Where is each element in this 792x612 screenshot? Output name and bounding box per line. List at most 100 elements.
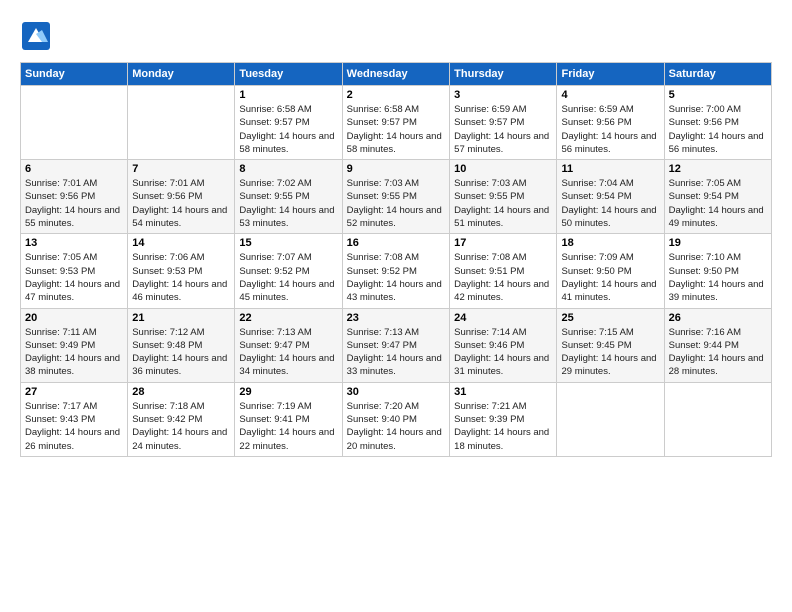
calendar-header-sunday: Sunday — [21, 63, 128, 86]
calendar-header-friday: Friday — [557, 63, 664, 86]
day-number: 29 — [239, 386, 337, 398]
day-number: 30 — [347, 386, 445, 398]
calendar-week-row: 1 Sunrise: 6:58 AM Sunset: 9:57 PM Daylig… — [21, 86, 772, 160]
day-number: 25 — [561, 312, 659, 324]
day-info: Sunrise: 7:17 AM Sunset: 9:43 PM Dayligh… — [25, 400, 123, 453]
calendar-cell — [21, 86, 128, 160]
day-number: 28 — [132, 386, 230, 398]
calendar-cell: 6 Sunrise: 7:01 AM Sunset: 9:56 PM Daylig… — [21, 160, 128, 234]
day-info: Sunrise: 7:12 AM Sunset: 9:48 PM Dayligh… — [132, 326, 230, 379]
day-number: 21 — [132, 312, 230, 324]
day-info: Sunrise: 6:58 AM Sunset: 9:57 PM Dayligh… — [239, 103, 337, 156]
calendar-cell: 2 Sunrise: 6:58 AM Sunset: 9:57 PM Daylig… — [342, 86, 449, 160]
calendar-cell: 16Sunrise: 7:08 AM Sunset: 9:52 PM Dayli… — [342, 234, 449, 308]
calendar-cell: 29 Sunrise: 7:19 AM Sunset: 9:41 PM Dayli… — [235, 382, 342, 456]
calendar-header-thursday: Thursday — [450, 63, 557, 86]
day-number: 15 — [239, 237, 337, 249]
calendar-cell: 20 Sunrise: 7:11 AM Sunset: 9:49 PM Dayli… — [21, 308, 128, 382]
day-info: Sunrise: 7:08 AM Sunset: 9:51 PM Dayligh… — [454, 251, 552, 304]
day-info: Sunrise: 7:06 AM Sunset: 9:53 PM Dayligh… — [132, 251, 230, 304]
calendar-header-wednesday: Wednesday — [342, 63, 449, 86]
calendar-cell: 28 Sunrise: 7:18 AM Sunset: 9:42 PM Dayli… — [128, 382, 235, 456]
day-number: 31 — [454, 386, 552, 398]
day-number: 12 — [669, 163, 767, 175]
day-number: 9 — [347, 163, 445, 175]
day-info: Sunrise: 7:09 AM Sunset: 9:50 PM Dayligh… — [561, 251, 659, 304]
calendar-cell: 15Sunrise: 7:07 AM Sunset: 9:52 PM Dayli… — [235, 234, 342, 308]
day-number: 6 — [25, 163, 123, 175]
day-info: Sunrise: 7:05 AM Sunset: 9:53 PM Dayligh… — [25, 251, 123, 304]
day-info: Sunrise: 6:59 AM Sunset: 9:57 PM Dayligh… — [454, 103, 552, 156]
day-info: Sunrise: 7:03 AM Sunset: 9:55 PM Dayligh… — [347, 177, 445, 230]
calendar-cell: 30 Sunrise: 7:20 AM Sunset: 9:40 PM Dayli… — [342, 382, 449, 456]
day-info: Sunrise: 7:15 AM Sunset: 9:45 PM Dayligh… — [561, 326, 659, 379]
calendar-cell: 27 Sunrise: 7:17 AM Sunset: 9:43 PM Dayli… — [21, 382, 128, 456]
calendar-cell: 4Sunrise: 6:59 AM Sunset: 9:56 PM Daylig… — [557, 86, 664, 160]
day-info: Sunrise: 7:19 AM Sunset: 9:41 PM Dayligh… — [239, 400, 337, 453]
day-info: Sunrise: 7:11 AM Sunset: 9:49 PM Dayligh… — [25, 326, 123, 379]
calendar-cell: 9 Sunrise: 7:03 AM Sunset: 9:55 PM Daylig… — [342, 160, 449, 234]
calendar-cell: 3Sunrise: 6:59 AM Sunset: 9:57 PM Daylig… — [450, 86, 557, 160]
calendar-cell: 23 Sunrise: 7:13 AM Sunset: 9:47 PM Dayli… — [342, 308, 449, 382]
calendar-table: SundayMondayTuesdayWednesdayThursdayFrid… — [20, 62, 772, 457]
calendar-cell: 25 Sunrise: 7:15 AM Sunset: 9:45 PM Dayli… — [557, 308, 664, 382]
day-info: Sunrise: 7:14 AM Sunset: 9:46 PM Dayligh… — [454, 326, 552, 379]
day-info: Sunrise: 7:01 AM Sunset: 9:56 PM Dayligh… — [25, 177, 123, 230]
calendar-cell: 21 Sunrise: 7:12 AM Sunset: 9:48 PM Dayli… — [128, 308, 235, 382]
calendar-cell: 31 Sunrise: 7:21 AM Sunset: 9:39 PM Dayli… — [450, 382, 557, 456]
day-number: 16 — [347, 237, 445, 249]
day-info: Sunrise: 7:05 AM Sunset: 9:54 PM Dayligh… — [669, 177, 767, 230]
calendar-cell: 22Sunrise: 7:13 AM Sunset: 9:47 PM Dayli… — [235, 308, 342, 382]
day-info: Sunrise: 7:00 AM Sunset: 9:56 PM Dayligh… — [669, 103, 767, 156]
day-number: 23 — [347, 312, 445, 324]
calendar-cell: 8 Sunrise: 7:02 AM Sunset: 9:55 PM Daylig… — [235, 160, 342, 234]
day-info: Sunrise: 7:10 AM Sunset: 9:50 PM Dayligh… — [669, 251, 767, 304]
day-number: 17 — [454, 237, 552, 249]
day-number: 19 — [669, 237, 767, 249]
calendar-cell: 10Sunrise: 7:03 AM Sunset: 9:55 PM Dayli… — [450, 160, 557, 234]
day-number: 4 — [561, 89, 659, 101]
calendar-cell: 13 Sunrise: 7:05 AM Sunset: 9:53 PM Dayli… — [21, 234, 128, 308]
day-number: 24 — [454, 312, 552, 324]
calendar-header-tuesday: Tuesday — [235, 63, 342, 86]
calendar-week-row: 20 Sunrise: 7:11 AM Sunset: 9:49 PM Dayli… — [21, 308, 772, 382]
day-info: Sunrise: 6:58 AM Sunset: 9:57 PM Dayligh… — [347, 103, 445, 156]
calendar-cell: 17 Sunrise: 7:08 AM Sunset: 9:51 PM Dayli… — [450, 234, 557, 308]
calendar-cell: 11 Sunrise: 7:04 AM Sunset: 9:54 PM Dayli… — [557, 160, 664, 234]
calendar-week-row: 6 Sunrise: 7:01 AM Sunset: 9:56 PM Daylig… — [21, 160, 772, 234]
day-info: Sunrise: 7:04 AM Sunset: 9:54 PM Dayligh… — [561, 177, 659, 230]
calendar-cell: 18 Sunrise: 7:09 AM Sunset: 9:50 PM Dayli… — [557, 234, 664, 308]
day-number: 18 — [561, 237, 659, 249]
day-info: Sunrise: 7:02 AM Sunset: 9:55 PM Dayligh… — [239, 177, 337, 230]
calendar-cell: 24 Sunrise: 7:14 AM Sunset: 9:46 PM Dayli… — [450, 308, 557, 382]
day-number: 26 — [669, 312, 767, 324]
day-number: 10 — [454, 163, 552, 175]
day-number: 8 — [239, 163, 337, 175]
day-info: Sunrise: 7:01 AM Sunset: 9:56 PM Dayligh… — [132, 177, 230, 230]
calendar-cell: 26Sunrise: 7:16 AM Sunset: 9:44 PM Dayli… — [664, 308, 771, 382]
calendar-cell: 1 Sunrise: 6:58 AM Sunset: 9:57 PM Daylig… — [235, 86, 342, 160]
calendar-week-row: 13 Sunrise: 7:05 AM Sunset: 9:53 PM Dayli… — [21, 234, 772, 308]
calendar-cell — [664, 382, 771, 456]
day-number: 1 — [239, 89, 337, 101]
day-info: Sunrise: 7:13 AM Sunset: 9:47 PM Dayligh… — [347, 326, 445, 379]
calendar-cell: 7Sunrise: 7:01 AM Sunset: 9:56 PM Daylig… — [128, 160, 235, 234]
calendar-header-saturday: Saturday — [664, 63, 771, 86]
calendar-cell: 14 Sunrise: 7:06 AM Sunset: 9:53 PM Dayli… — [128, 234, 235, 308]
day-number: 2 — [347, 89, 445, 101]
calendar-cell: 12 Sunrise: 7:05 AM Sunset: 9:54 PM Dayli… — [664, 160, 771, 234]
page-header — [20, 20, 772, 52]
day-number: 22 — [239, 312, 337, 324]
day-number: 13 — [25, 237, 123, 249]
day-info: Sunrise: 7:20 AM Sunset: 9:40 PM Dayligh… — [347, 400, 445, 453]
day-number: 11 — [561, 163, 659, 175]
day-info: Sunrise: 7:18 AM Sunset: 9:42 PM Dayligh… — [132, 400, 230, 453]
calendar-cell: 5Sunrise: 7:00 AM Sunset: 9:56 PM Daylig… — [664, 86, 771, 160]
day-number: 14 — [132, 237, 230, 249]
calendar-cell — [557, 382, 664, 456]
day-number: 20 — [25, 312, 123, 324]
day-info: Sunrise: 7:21 AM Sunset: 9:39 PM Dayligh… — [454, 400, 552, 453]
logo — [20, 20, 56, 52]
day-number: 27 — [25, 386, 123, 398]
calendar-week-row: 27 Sunrise: 7:17 AM Sunset: 9:43 PM Dayli… — [21, 382, 772, 456]
